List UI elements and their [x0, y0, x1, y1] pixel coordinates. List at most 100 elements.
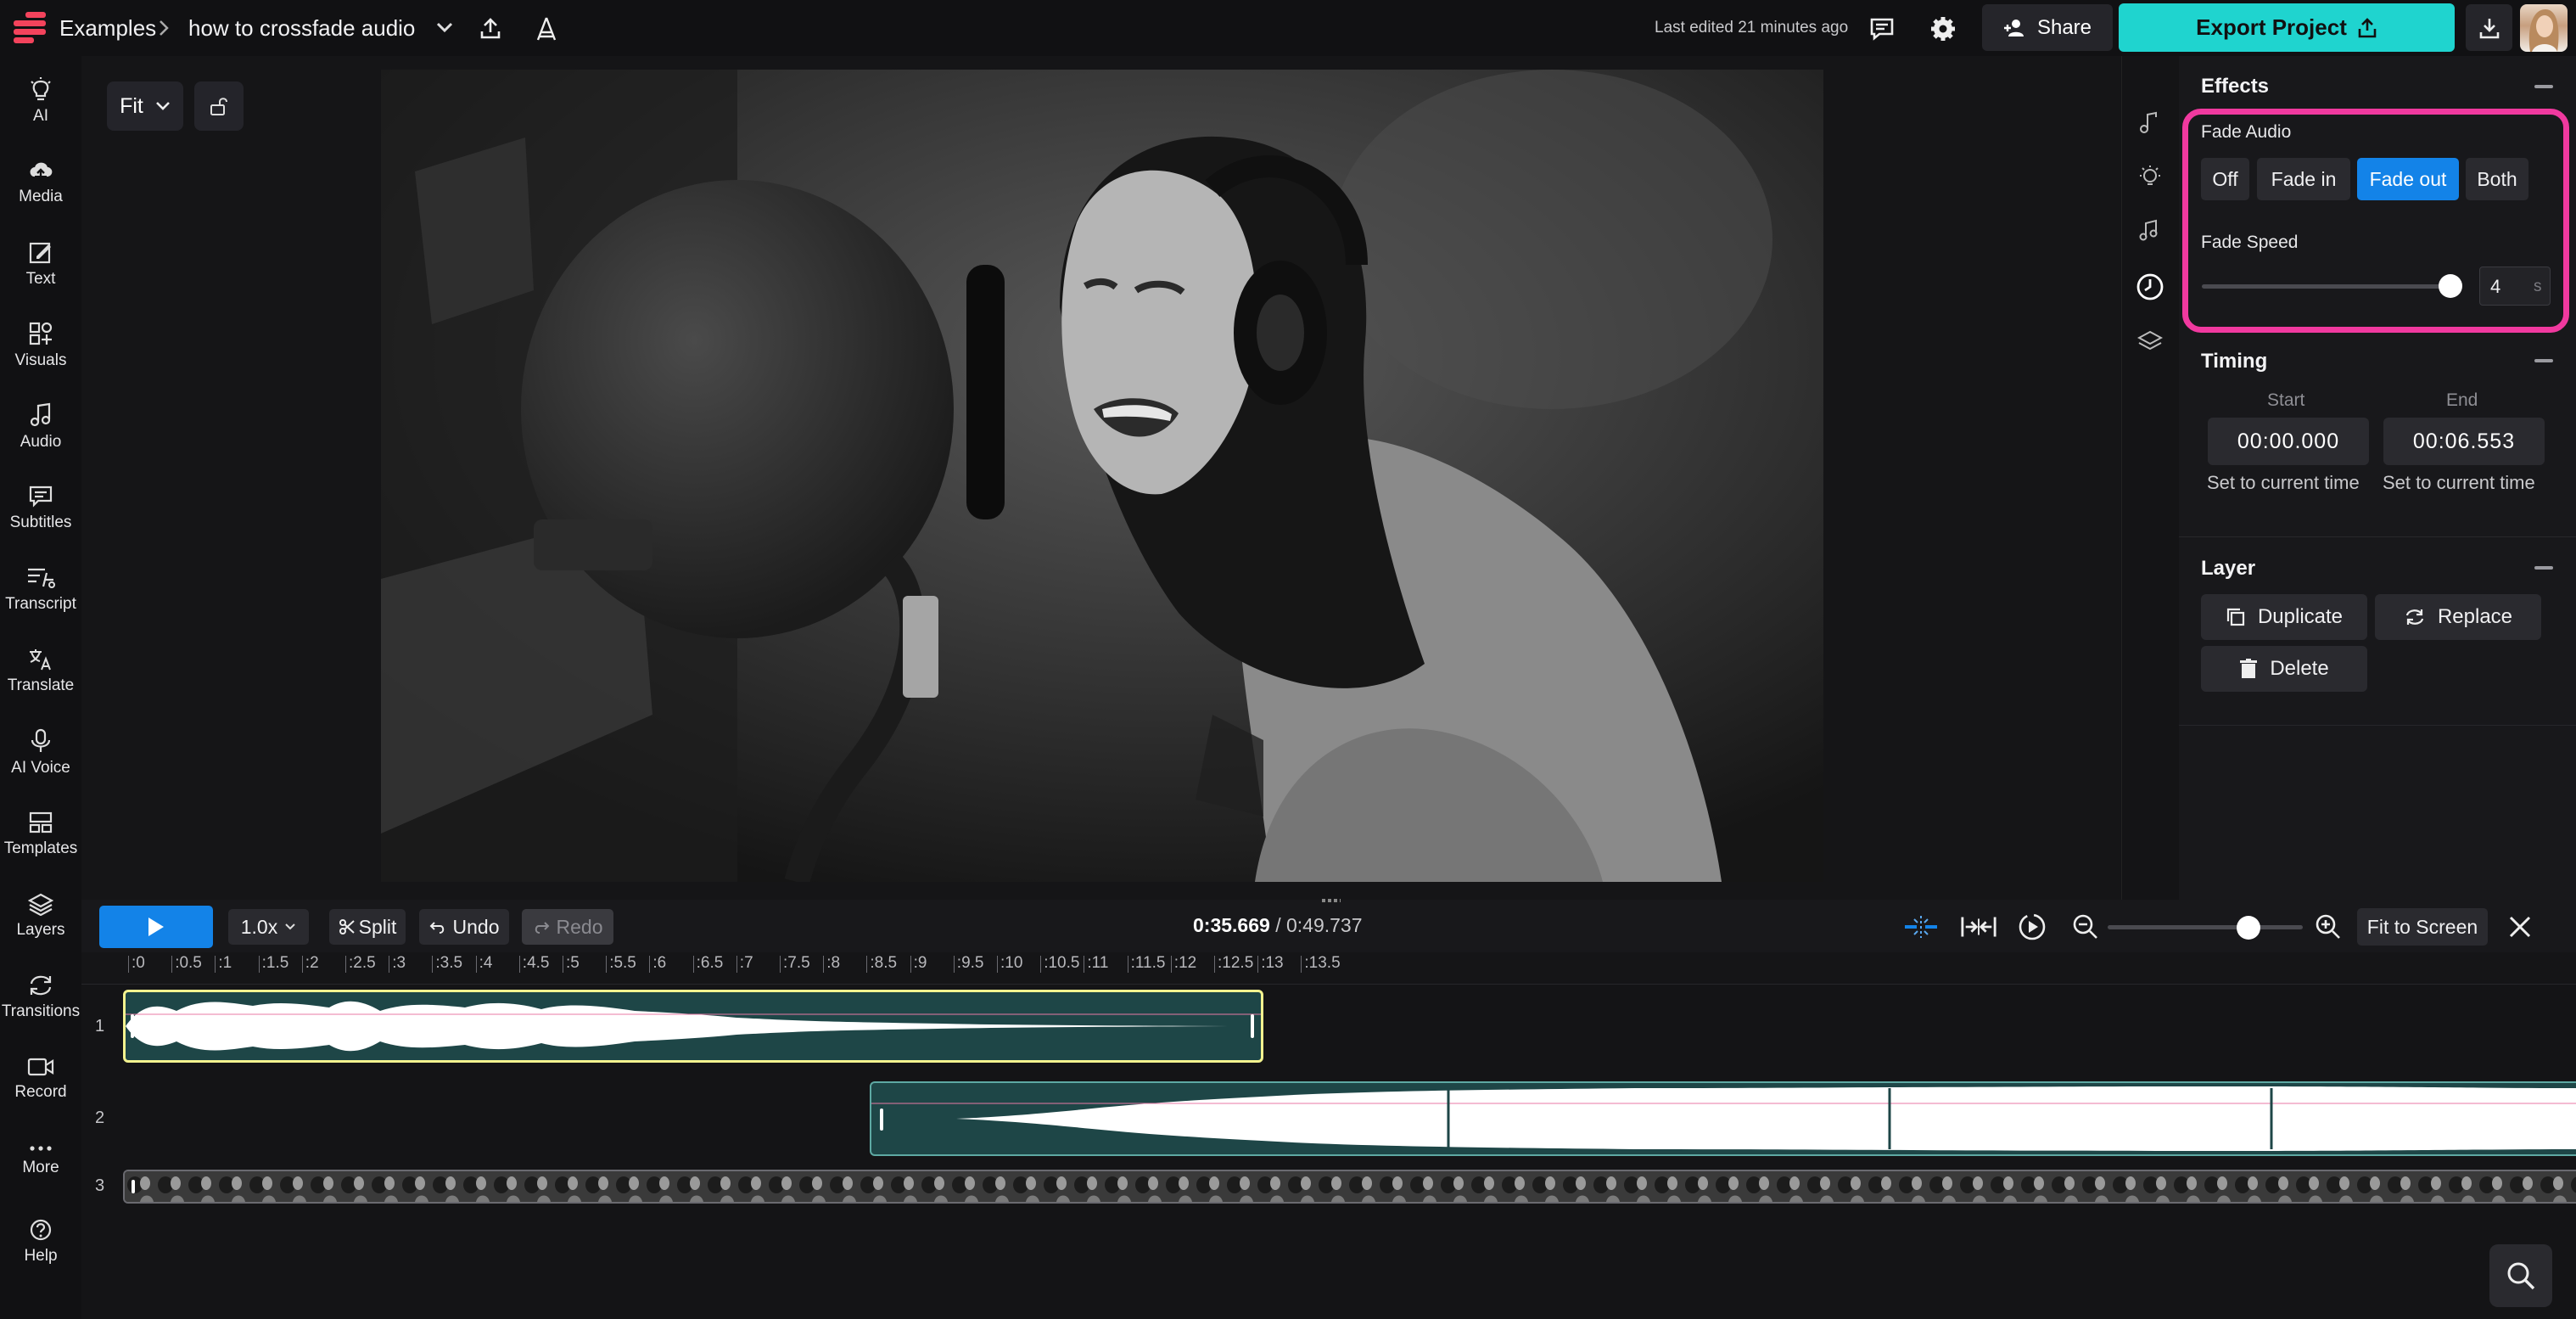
- sidebar-item-label: Transcript: [5, 595, 76, 613]
- lock-aspect-button[interactable]: [194, 81, 244, 131]
- close-timeline-icon[interactable]: [2501, 908, 2539, 946]
- duplicate-button[interactable]: Duplicate: [2201, 594, 2367, 640]
- fade-speed-slider[interactable]: [2202, 284, 2461, 289]
- collapse-layer-icon[interactable]: [2534, 566, 2553, 570]
- undo-button[interactable]: Undo: [419, 909, 509, 945]
- snap-split-icon[interactable]: [1902, 908, 1940, 946]
- settings-gear-icon[interactable]: [1924, 10, 1962, 48]
- sidebar-item-label: Transitions: [1, 1002, 81, 1020]
- sidebar-item-label: AI: [33, 107, 48, 125]
- zoom-in-icon[interactable]: [2310, 908, 2347, 946]
- download-button[interactable]: [2466, 4, 2512, 51]
- end-time-input[interactable]: 00:06.553: [2383, 418, 2545, 465]
- zoom-out-icon[interactable]: [2067, 908, 2104, 946]
- chevron-down-icon: [285, 923, 295, 930]
- collapse-effects-icon[interactable]: [2534, 85, 2553, 88]
- timeline-zoom-slider[interactable]: [2108, 925, 2303, 929]
- total-time: 0:49.737: [1285, 914, 1363, 936]
- comments-icon[interactable]: [1863, 10, 1901, 48]
- fade-speed-slider-thumb[interactable]: [2438, 274, 2462, 298]
- video-clip-filmstrip[interactable]: [123, 1170, 2576, 1204]
- fade-in-button[interactable]: Fade in: [2257, 158, 2350, 200]
- ruler-tick-label: :2: [301, 954, 319, 973]
- export-project-button[interactable]: Export Project: [2119, 3, 2455, 52]
- sidebar-item-transcript[interactable]: Transcript: [0, 552, 81, 628]
- fit-dropdown[interactable]: Fit: [107, 81, 183, 131]
- lightbulb-icon[interactable]: [2131, 158, 2169, 195]
- clip-trim-handle-right[interactable]: [1251, 1014, 1254, 1038]
- timing-clock-icon[interactable]: [2131, 268, 2169, 306]
- split-button[interactable]: Split: [329, 909, 406, 945]
- brand-kit-icon[interactable]: [528, 10, 565, 48]
- sidebar-item-help[interactable]: Help: [0, 1204, 81, 1280]
- audio-clip-2[interactable]: [870, 1081, 2576, 1156]
- chevron-down-icon[interactable]: [435, 20, 454, 34]
- track-number: 2: [95, 1109, 105, 1127]
- sidebar-item-record[interactable]: Record: [0, 1041, 81, 1117]
- start-time-input[interactable]: 00:00.000: [2208, 418, 2369, 465]
- ruler-tick-label: :5: [563, 954, 580, 973]
- download-icon: [2479, 18, 2499, 38]
- fade-both-button[interactable]: Both: [2466, 158, 2528, 200]
- search-button[interactable]: [2489, 1244, 2552, 1307]
- top-bar: Examples how to crossfade audio Last edi…: [0, 0, 2576, 56]
- sidebar-item-ai-voice[interactable]: AI Voice: [0, 715, 81, 791]
- layers-icon: [28, 893, 53, 916]
- clip-trim-handle-left[interactable]: [131, 1014, 134, 1038]
- resize-handle[interactable]: [1322, 899, 1341, 902]
- sidebar-item-label: Media: [19, 188, 63, 205]
- sidebar-item-media[interactable]: Media: [0, 144, 81, 221]
- add-person-icon: [2003, 19, 2024, 36]
- audio-note-icon[interactable]: [2131, 104, 2169, 141]
- timeline-zoom-thumb[interactable]: [2236, 916, 2260, 940]
- delete-button[interactable]: Delete: [2201, 646, 2367, 692]
- collapse-timing-icon[interactable]: [2534, 359, 2553, 362]
- ruler-tick-label: :9: [910, 954, 927, 973]
- ruler-tick-label: :0: [128, 954, 145, 973]
- breadcrumb-parent[interactable]: Examples: [59, 0, 156, 56]
- duplicate-label: Duplicate: [2257, 605, 2344, 628]
- sidebar-item-templates[interactable]: Templates: [0, 796, 81, 873]
- fade-audio-label: Fade Audio: [2201, 122, 2292, 142]
- fade-off-button[interactable]: Off: [2201, 158, 2249, 200]
- clip-trim-handle-left[interactable]: [132, 1180, 135, 1193]
- share-button[interactable]: Share: [1982, 4, 2113, 51]
- app-logo-icon[interactable]: [10, 10, 49, 46]
- fade-out-button[interactable]: Fade out: [2357, 158, 2459, 200]
- set-end-current-link[interactable]: Set to current time: [2383, 472, 2535, 494]
- fit-clips-icon[interactable]: [1960, 908, 1997, 946]
- user-avatar[interactable]: [2520, 4, 2568, 52]
- project-name[interactable]: how to crossfade audio: [188, 0, 415, 56]
- undo-label: Undo: [452, 915, 500, 938]
- follow-playhead-icon[interactable]: [2013, 908, 2051, 946]
- playback-speed-dropdown[interactable]: 1.0x: [228, 909, 309, 945]
- sidebar-item-label: AI Voice: [11, 759, 70, 777]
- sidebar-item-text[interactable]: Text: [0, 226, 81, 302]
- sidebar-item-audio[interactable]: Audio: [0, 389, 81, 465]
- replace-button[interactable]: Replace: [2375, 594, 2541, 640]
- sidebar-item-visuals[interactable]: Visuals: [0, 307, 81, 384]
- sidebar-item-label: Templates: [3, 839, 78, 857]
- audio-clip-1[interactable]: [123, 990, 1263, 1063]
- ruler-tick-label: :10: [996, 954, 1023, 973]
- templates-icon: [29, 811, 53, 833]
- sidebar-item-label: Text: [25, 270, 56, 288]
- audio-effects-icon[interactable]: [2131, 212, 2169, 250]
- clip-trim-handle-left[interactable]: [880, 1109, 883, 1131]
- trash-icon: [2240, 659, 2258, 678]
- sidebar-item-ai[interactable]: AI: [0, 63, 81, 139]
- share-upload-icon[interactable]: [472, 10, 509, 48]
- sidebar-item-translate[interactable]: Translate: [0, 633, 81, 710]
- redo-button[interactable]: Redo: [522, 909, 613, 945]
- sidebar-item-more[interactable]: More: [0, 1122, 81, 1198]
- fit-to-screen-button[interactable]: Fit to Screen: [2357, 908, 2488, 946]
- ruler-tick-label: :7: [736, 954, 753, 973]
- play-button[interactable]: [99, 906, 213, 948]
- sidebar-item-layers[interactable]: Layers: [0, 878, 81, 954]
- sidebar-item-transitions[interactable]: Transitions: [0, 959, 81, 1036]
- set-start-current-link[interactable]: Set to current time: [2207, 472, 2360, 494]
- video-preview-image[interactable]: [381, 70, 1823, 882]
- sidebar-item-subtitles[interactable]: Subtitles: [0, 470, 81, 547]
- layers-icon[interactable]: [2131, 323, 2169, 360]
- divider: [2179, 725, 2576, 726]
